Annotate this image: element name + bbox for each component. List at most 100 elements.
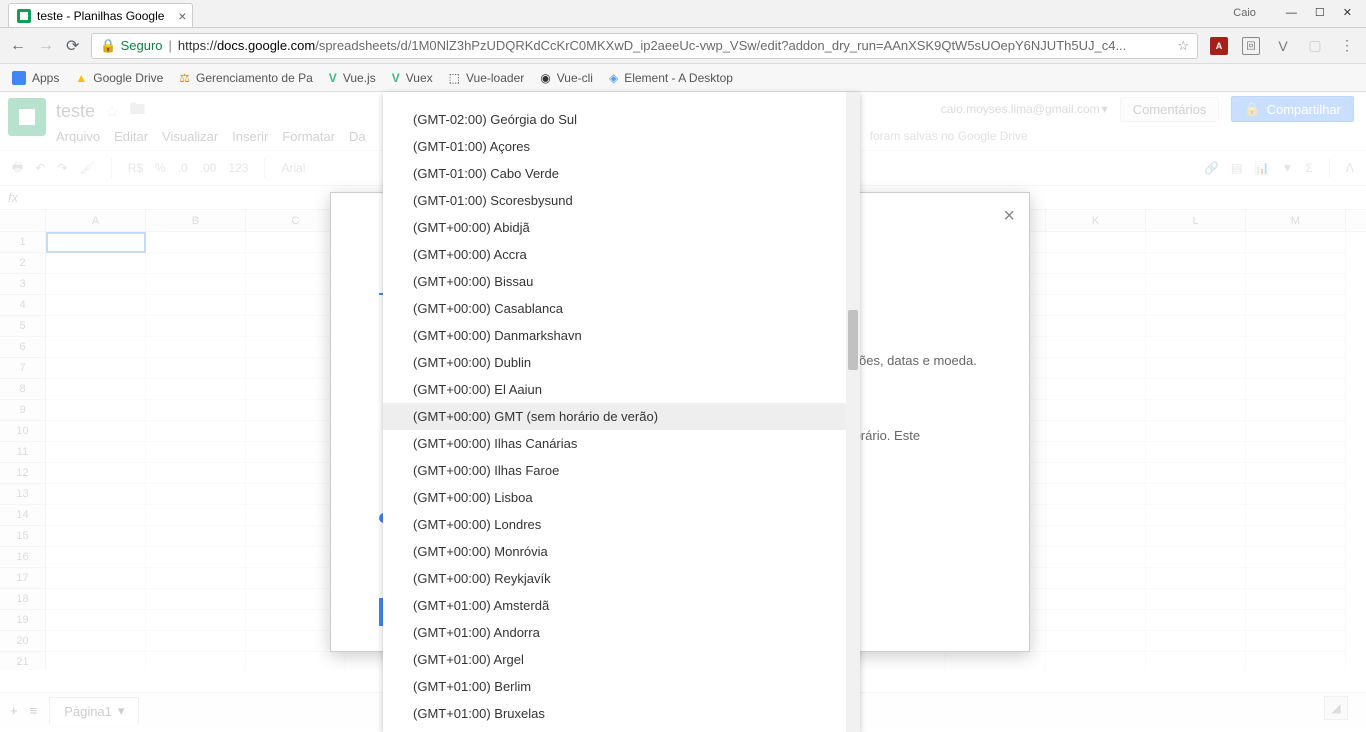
cell[interactable] [46, 337, 146, 358]
cell[interactable] [1246, 589, 1346, 610]
decimal-dec[interactable]: .0 [178, 161, 188, 175]
row-header[interactable]: 4 [0, 295, 46, 316]
cell[interactable] [46, 358, 146, 379]
cell[interactable] [1146, 379, 1246, 400]
dropdown-scrollbar[interactable] [846, 92, 860, 732]
timezone-option[interactable]: (GMT-02:00) Geórgia do Sul [383, 106, 860, 133]
cell[interactable] [46, 295, 146, 316]
menu-visualizar[interactable]: Visualizar [162, 129, 218, 144]
cell[interactable] [1146, 358, 1246, 379]
cell[interactable] [146, 484, 246, 505]
row-header[interactable]: 3 [0, 274, 46, 295]
cell[interactable] [146, 400, 246, 421]
row-header[interactable]: 19 [0, 610, 46, 631]
cell[interactable] [1046, 295, 1146, 316]
timezone-option[interactable]: (GMT+00:00) Monróvia [383, 538, 860, 565]
doc-title[interactable]: teste [56, 101, 95, 122]
row-header[interactable]: 5 [0, 316, 46, 337]
currency-format[interactable]: R$ [128, 161, 143, 175]
timezone-option[interactable]: (GMT+01:00) Bruxelas [383, 700, 860, 727]
font-selector[interactable]: Arial [281, 161, 305, 175]
bookmark-vuecli[interactable]: ◉Vue-cli [540, 71, 593, 85]
cell[interactable] [46, 505, 146, 526]
cell[interactable] [46, 547, 146, 568]
cell[interactable] [1246, 442, 1346, 463]
cell[interactable] [1046, 274, 1146, 295]
row-header[interactable]: 20 [0, 631, 46, 652]
menu-editar[interactable]: Editar [114, 129, 148, 144]
cell[interactable] [946, 652, 1046, 670]
cell[interactable] [146, 568, 246, 589]
row-header[interactable]: 10 [0, 421, 46, 442]
cell[interactable] [1146, 505, 1246, 526]
cell[interactable] [1146, 400, 1246, 421]
cell[interactable] [1246, 337, 1346, 358]
bookmark-drive[interactable]: ▲Google Drive [75, 71, 163, 85]
cell[interactable] [1246, 505, 1346, 526]
timezone-option[interactable]: (GMT+00:00) Reykjavík [383, 565, 860, 592]
cell[interactable] [1046, 568, 1146, 589]
timezone-option[interactable]: (GMT+00:00) Dublin [383, 349, 860, 376]
cell[interactable] [1146, 295, 1246, 316]
cell[interactable] [1246, 463, 1346, 484]
row-header[interactable]: 2 [0, 253, 46, 274]
cell[interactable] [146, 316, 246, 337]
menu-arquivo[interactable]: Arquivo [56, 129, 100, 144]
cell[interactable] [146, 631, 246, 652]
row-header[interactable]: 8 [0, 379, 46, 400]
url-box[interactable]: 🔒 Seguro | https://docs.google.com/sprea… [91, 33, 1198, 59]
menu-inserir[interactable]: Inserir [232, 129, 268, 144]
cell[interactable] [1046, 379, 1146, 400]
cell[interactable] [46, 484, 146, 505]
cell[interactable] [1146, 589, 1246, 610]
user-email[interactable]: caio.moyses.lima@gmail.com ▾ [941, 102, 1108, 116]
cell[interactable] [1246, 295, 1346, 316]
cell[interactable] [146, 547, 246, 568]
cell[interactable] [1146, 442, 1246, 463]
cell[interactable] [1146, 610, 1246, 631]
menu-formatar[interactable]: Formatar [282, 129, 335, 144]
timezone-option[interactable]: (GMT+00:00) Londres [383, 511, 860, 538]
grid-corner[interactable] [0, 210, 46, 231]
add-sheet-icon[interactable]: + [10, 703, 18, 718]
print-icon[interactable]: 🖶 [12, 158, 23, 179]
star-doc-icon[interactable]: ☆ [105, 102, 119, 122]
row-header[interactable]: 1 [0, 232, 46, 253]
cell[interactable] [1246, 379, 1346, 400]
collapse-icon[interactable]: ᐱ [1346, 161, 1354, 175]
ext-icon-2[interactable]: 回 [1242, 37, 1260, 55]
timezone-option[interactable]: (GMT-01:00) Cabo Verde [383, 160, 860, 187]
timezone-option[interactable]: (GMT+00:00) Bissau [383, 268, 860, 295]
cell[interactable] [1246, 547, 1346, 568]
cell[interactable] [1046, 421, 1146, 442]
timezone-option[interactable]: (GMT+00:00) Ilhas Canárias [383, 430, 860, 457]
timezone-option[interactable]: (GMT+01:00) Amsterdã [383, 592, 860, 619]
redo-icon[interactable]: ↷ [57, 161, 67, 175]
maximize-icon[interactable]: ☐ [1315, 6, 1325, 19]
cell[interactable] [46, 526, 146, 547]
cell[interactable] [846, 652, 946, 670]
number-format[interactable]: 123 [228, 161, 248, 175]
bookmark-vuex[interactable]: VVuex [392, 71, 433, 85]
cell[interactable] [46, 568, 146, 589]
profile-name[interactable]: Caio [1233, 7, 1256, 19]
row-header[interactable]: 9 [0, 400, 46, 421]
cell[interactable] [1246, 316, 1346, 337]
cell[interactable] [146, 442, 246, 463]
cell[interactable] [1146, 463, 1246, 484]
timezone-option[interactable]: (GMT+00:00) GMT (sem horário de verão) [383, 403, 860, 430]
cell[interactable] [1046, 484, 1146, 505]
bookmark-vueloader[interactable]: ⬚Vue-loader [449, 71, 525, 85]
row-header[interactable]: 14 [0, 505, 46, 526]
timezone-option[interactable]: (GMT+00:00) Ilhas Faroe [383, 457, 860, 484]
cell[interactable] [46, 253, 146, 274]
cell[interactable] [1146, 484, 1246, 505]
cell[interactable] [46, 652, 146, 670]
cell[interactable] [146, 610, 246, 631]
cell[interactable] [46, 400, 146, 421]
cell[interactable] [1046, 463, 1146, 484]
cell[interactable] [1246, 484, 1346, 505]
menu-icon[interactable]: ⋮ [1338, 37, 1356, 55]
link-icon[interactable]: 🔗 [1204, 161, 1219, 175]
reload-icon[interactable]: ⟳ [66, 36, 79, 56]
